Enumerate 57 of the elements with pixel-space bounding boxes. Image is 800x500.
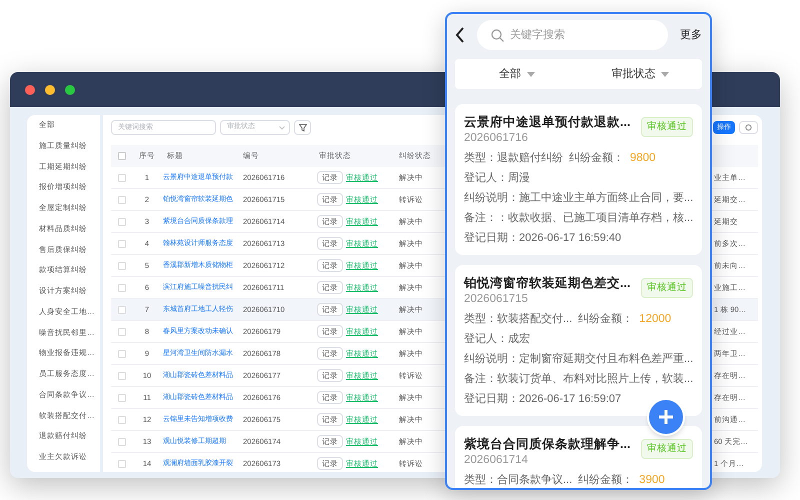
checkbox[interactable]	[118, 372, 126, 380]
amount-label: 纠纷金额：	[578, 312, 634, 327]
checkbox[interactable]	[118, 328, 126, 336]
checkbox[interactable]	[118, 350, 126, 358]
card-title: 铂悦湾窗帘软装延期色差交...	[464, 275, 630, 292]
amount-label: 纠纷金额：	[569, 151, 624, 166]
card-title: 紫境台合同质保条款理解争...	[464, 436, 630, 453]
type-text: 类型：退款赔付纠纷	[464, 151, 563, 166]
filter-dropdown[interactable]: 全部	[455, 66, 578, 82]
status-tag: 审核通过	[641, 117, 693, 138]
notes-text: 备注：软装订货单、布料对比照片上传，软装...	[464, 372, 693, 387]
card-title: 云景府中途退单预付款退款...	[464, 114, 630, 131]
checkbox[interactable]	[118, 262, 126, 270]
date-text: 登记日期：2026-06-17 16:59:40	[464, 231, 622, 246]
amount-value: 3900	[639, 473, 665, 488]
dispute-card[interactable]: 铂悦湾窗帘软装延期色差交... 2026061715 审核通过 类型：软装搭配交付... 纠纷金额： 12000 登记人：成宏 纠纷说明：定制窗帘延期交付且布料色差严重... 备注：软装订货单、布料对比照片上传，软装... 登记日期：2026-06-17 16:59:07	[455, 265, 702, 416]
card-number: 2026061715	[464, 292, 529, 307]
checkbox[interactable]	[118, 196, 126, 204]
description-text: 纠纷说明：定制窗帘延期交付且布料色差严重...	[464, 352, 693, 367]
status-tag: 审核通过	[641, 278, 693, 298]
amount-label: 纠纷金额：	[578, 473, 634, 488]
checkbox[interactable]	[118, 306, 126, 314]
dispute-card[interactable]: 紫境台合同质保条款理解争... 2026061714 审核通过 类型：合同条款争议... 纠纷金额： 3900	[455, 426, 702, 488]
description-text: 纠纷说明：施工中途业主单方面终止合同，要...	[464, 191, 693, 206]
type-text: 类型：软装搭配交付...	[464, 312, 572, 327]
date-text: 登记日期：2026-06-17 16:59:07	[464, 392, 622, 407]
checkbox[interactable]	[118, 284, 126, 292]
card-number: 2026061716	[464, 131, 529, 146]
checkbox[interactable]	[118, 174, 126, 182]
filter-button[interactable]	[294, 120, 311, 135]
chevron-down-icon	[279, 126, 285, 130]
filter-dropdown[interactable]: 审批状态	[578, 66, 702, 82]
registrant-text: 登记人：成宏	[464, 332, 531, 347]
amount-value: 9800	[630, 151, 656, 166]
checkbox[interactable]	[118, 460, 126, 468]
refresh-icon	[745, 124, 752, 131]
search-icon	[491, 28, 504, 42]
checkbox[interactable]	[118, 218, 126, 226]
registrant-text: 登记人：周漫	[464, 171, 531, 186]
amount-value: 12000	[639, 312, 672, 327]
back-icon[interactable]	[455, 27, 465, 43]
type-text: 类型：合同条款争议...	[464, 473, 572, 488]
plus-icon	[658, 409, 674, 425]
checkbox[interactable]	[118, 438, 126, 446]
caret-icon	[526, 72, 535, 76]
card-number: 2026061714	[464, 453, 529, 468]
filter-icon	[298, 124, 306, 132]
caret-icon	[661, 72, 670, 76]
notes-text: 备注：：收款收据、已施工项目清单存档，核...	[464, 211, 693, 226]
checkbox[interactable]	[118, 240, 126, 248]
refresh-button[interactable]	[739, 121, 758, 134]
checkbox[interactable]	[118, 152, 126, 160]
status-tag: 审核通过	[641, 439, 693, 460]
dispute-card[interactable]: 云景府中途退单预付款退款... 2026061716 审核通过 类型：退款赔付纠纷 纠纷金额： 9800 登记人：周漫 纠纷说明：施工中途业主单方面终止合同，要... 备注：：收款收据、已施工项目清单存档，核... 登记日期：2026-06-17 16:59:40	[455, 104, 702, 255]
more-link[interactable]: 更多	[680, 26, 702, 44]
checkbox[interactable]	[118, 416, 126, 424]
checkbox[interactable]	[118, 394, 126, 402]
